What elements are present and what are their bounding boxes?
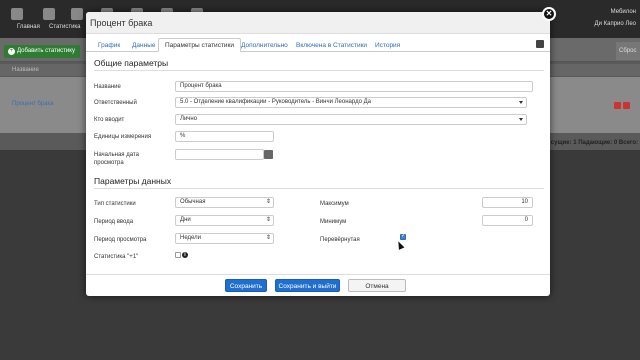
start-date-label: Начальная дата просмотра (94, 152, 139, 166)
name-label: Название (94, 84, 121, 90)
data-params-title: Параметры данных (94, 176, 172, 186)
responsible-select[interactable]: 5.0 - Отделение квалификации - Руководит… (175, 97, 527, 108)
dialog-footer-divider (86, 274, 550, 275)
row-actions (612, 102, 632, 110)
tab-data[interactable]: Данные (125, 38, 162, 52)
view-period-select[interactable]: Недели (175, 233, 274, 244)
plus-one-label: Статистика "+1" (94, 254, 139, 260)
view-period-label: Период просмотра (94, 237, 147, 243)
divider (94, 188, 544, 189)
mouse-cursor-icon (395, 240, 405, 250)
input-period-select[interactable]: Дни (175, 215, 274, 226)
delete-icon[interactable] (623, 102, 630, 109)
dialog-header: Процент брака (86, 12, 550, 34)
units-input[interactable]: % (175, 131, 274, 142)
divider (94, 70, 544, 71)
who-enters-select[interactable]: Лично (175, 114, 527, 125)
tab-additional[interactable]: Дополнительно (234, 38, 295, 52)
general-params-title: Общие параметры (94, 58, 169, 68)
tab-chart[interactable]: График (91, 38, 127, 52)
edit-icon[interactable] (614, 102, 621, 109)
nav-icon (71, 8, 83, 20)
name-input[interactable]: Процент брака (175, 81, 533, 92)
print-icon[interactable] (536, 40, 544, 48)
info-icon[interactable]: i (182, 252, 188, 258)
stat-type-label: Тип статистики (94, 201, 136, 207)
min-label: Минимум (320, 219, 347, 225)
tab-included-in[interactable]: Включена в Статистики (289, 38, 374, 52)
reset-button[interactable]: Сброс (616, 42, 640, 60)
user-area[interactable]: Мебилон Ди Каприо Лео (595, 6, 636, 30)
min-input[interactable]: 0 (482, 215, 533, 226)
table-row-name[interactable]: Процент брака (12, 101, 54, 107)
max-input[interactable]: 10 (482, 197, 533, 208)
responsible-label: Ответственный (94, 100, 137, 106)
org-name: Мебилон (610, 9, 636, 15)
max-label: Максимум (320, 201, 349, 207)
cancel-button[interactable]: Отмена (348, 279, 406, 292)
dialog-title: Процент брака (90, 18, 153, 28)
user-name: Ди Каприо Лео (594, 21, 636, 27)
start-date-input[interactable] (175, 149, 264, 160)
statistics-icon (43, 8, 55, 20)
close-icon[interactable]: ✕ (542, 7, 556, 21)
tab-statistic-params[interactable]: Параметры статистики (158, 38, 242, 52)
input-period-label: Период ввода (94, 219, 134, 225)
nav-statistics[interactable]: Статистика (34, 6, 81, 34)
plus-icon: + (8, 48, 15, 55)
add-statistic-button[interactable]: + Добавить статистику (4, 45, 80, 58)
who-enters-label: Кто вводит (94, 117, 125, 123)
save-and-exit-button[interactable]: Сохранить и выйти (275, 279, 340, 292)
plus-one-checkbox[interactable] (175, 252, 181, 258)
units-label: Единицы измерения (94, 134, 152, 140)
nav-home[interactable]: Главная (2, 6, 40, 34)
calendar-icon[interactable] (264, 150, 273, 159)
tab-history[interactable]: История (368, 38, 407, 52)
dialog-tabs: График Данные Параметры статистики Допол… (86, 36, 550, 52)
statistic-settings-dialog: Процент брака График Данные Параметры ст… (86, 12, 550, 296)
stat-type-select[interactable]: Обычная (175, 197, 274, 208)
save-button[interactable]: Сохранить (225, 279, 267, 292)
home-icon (11, 8, 23, 20)
inverted-label: Перевёрнутая (320, 237, 360, 243)
stats-summary: сущие: 1 Падающие: 0 Всего: (550, 140, 638, 146)
